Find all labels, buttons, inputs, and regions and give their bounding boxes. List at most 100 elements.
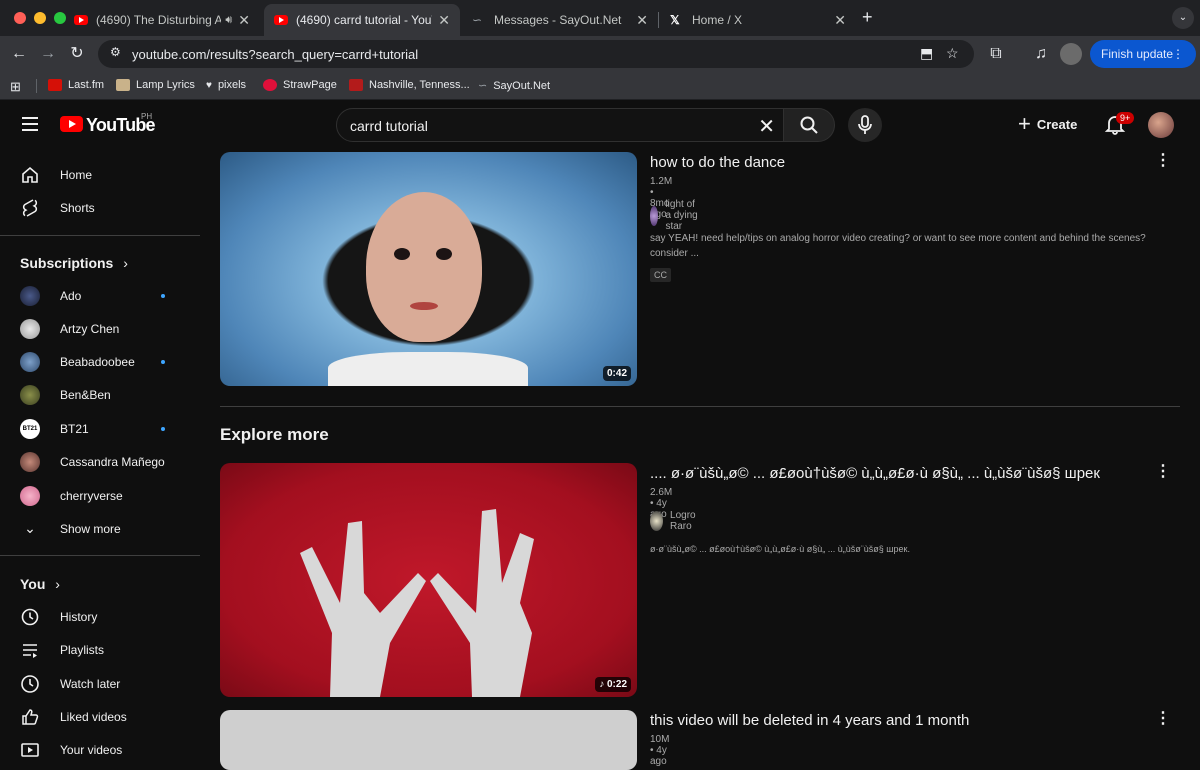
video-thumbnail[interactable]: ♪ 0:22 [220,463,637,697]
close-tab-icon[interactable]: ✕ [834,12,846,29]
duration-badge: ♪ 0:22 [595,677,631,692]
heart-icon: ♥ [206,79,212,91]
youtube-favicon-icon [74,15,88,25]
close-tab-icon[interactable]: ✕ [438,12,450,29]
browser-tab[interactable]: 𝕏 Home / X ✕ [660,4,856,36]
sidebar-item-subscription[interactable]: BT21 BT21 [0,412,200,445]
close-tab-icon[interactable]: ✕ [238,12,250,29]
explore-more-heading: Explore more [220,425,329,444]
speaker-icon[interactable]: 🔊︎ [225,14,232,27]
channel-avatar [20,285,40,306]
sidebar-item-history[interactable]: History [0,600,200,633]
sidebar-item-label: Liked videos [60,709,127,724]
new-tab-button[interactable]: + [862,7,873,28]
bookmark-label: Nashville, Tenness... [369,79,470,91]
more-actions-icon[interactable]: ⋮ [1155,708,1171,728]
bookmark-item[interactable]: ♥ pixels [206,79,246,91]
channel-avatar [20,318,40,339]
subscriptions-header[interactable]: Subscriptions › [20,255,128,271]
sidebar-item-label: Cassandra Mañego [60,454,165,469]
duration-badge: 0:42 [602,366,631,381]
minimize-window-button[interactable] [34,12,46,24]
show-more-button[interactable]: ⌄ Show more [0,512,200,545]
bookmarks-bar: ⊞ Last.fm Lamp Lyrics ♥ pixels StrawPage … [0,72,1200,100]
channel-link[interactable]: Logro Raro [650,510,703,532]
more-actions-icon[interactable]: ⋮ [1155,461,1171,481]
back-button[interactable]: ← [8,43,30,65]
forward-button[interactable]: → [37,43,59,65]
browser-tab-active[interactable]: (4690) carrd tutorial - YouTub ✕ [264,4,460,36]
search-query: carrd tutorial [350,118,428,134]
more-actions-icon[interactable]: ⋮ [1155,150,1171,170]
sidebar-item-label: BT21 [60,421,89,436]
chevron-down-icon: ⌄ [24,520,36,536]
notification-badge: 9+ [1116,112,1135,124]
browser-tab[interactable]: (4690) The Disturbing AR 🔊︎ ✕ [64,4,260,36]
video-title[interactable]: .... ø·ø¨ùšù„ø© ... ø£øoù†ùšø© ù„ù„ø£ø·ù… [650,465,1100,482]
tab-title: (4690) carrd tutorial - YouTub [296,13,432,27]
close-tab-icon[interactable]: ✕ [636,12,648,29]
media-controls-icon[interactable]: ♫ [1030,43,1052,65]
sidebar-item-label: cherryverse [60,488,123,503]
sidebar-item-subscription[interactable]: Ben&Ben [0,378,200,411]
address-bar[interactable]: ⚙︎ youtube.com/results?search_query=carr… [98,40,974,68]
show-more-label: Show more [60,521,121,536]
sidebar-item-subscription[interactable]: cherryverse [0,479,200,512]
apps-grid-icon[interactable]: ⊞ [10,79,21,95]
thumbnail-figure [300,509,534,697]
bookmark-item[interactable]: Nashville, Tenness... [349,79,470,91]
thumbnail-figure [328,352,528,386]
sidebar-item-playlists[interactable]: Playlists [0,633,200,666]
sidebar-item-subscription[interactable]: Artzy Chen [0,312,200,345]
voice-search-button[interactable] [848,108,882,142]
extensions-icon[interactable]: ⧉ [985,43,1007,65]
create-button[interactable]: + Create [1018,111,1078,136]
reload-button[interactable]: ↻ [66,43,88,65]
you-header[interactable]: You › [20,576,60,592]
bookmark-item[interactable]: ∽ SayOut.Net [478,79,550,93]
sidebar-item-label: Home [60,167,93,182]
menu-icon[interactable] [22,117,38,135]
history-icon [20,607,40,627]
search-button[interactable] [783,108,835,142]
x-favicon-icon: 𝕏 [670,13,680,27]
site-settings-icon[interactable]: ⚙︎ [110,45,121,59]
bookmark-item[interactable]: Lamp Lyrics [116,79,195,91]
sidebar-item-subscription[interactable]: Beabadoobee [0,345,200,378]
sidebar-item-shorts[interactable]: Shorts [0,191,200,224]
video-title[interactable]: how to do the dance [650,154,785,171]
video-thumbnail[interactable]: 0:42 [220,152,637,386]
bookmark-star-icon[interactable]: ☆ [946,45,959,62]
clear-search-icon[interactable]: ✕ [758,114,775,139]
browser-toolbar: ← → ↻ ⚙︎ youtube.com/results?search_quer… [0,36,1200,72]
install-app-icon[interactable]: ⬒ [920,45,933,62]
sidebar-item-subscription[interactable]: Cassandra Mañego [0,445,200,478]
tab-search-button[interactable]: ⌄ [1172,7,1194,29]
thumbnail-figure [394,248,410,260]
sidebar-item-liked-videos[interactable]: Liked videos [0,700,200,733]
sidebar-item-watch-later[interactable]: Watch later [0,667,200,700]
section-divider [220,406,1180,407]
video-thumbnail[interactable] [220,710,637,770]
bookmark-item[interactable]: StrawPage [263,79,337,91]
channel-link[interactable]: light of a dying star [650,199,701,232]
channel-avatar: BT21 [20,418,40,439]
search-input[interactable]: carrd tutorial ✕ [336,108,784,142]
thumbnail-figure [436,248,452,260]
browser-tab[interactable]: ∽ Messages - SayOut.Net ✕ [462,4,658,36]
create-label: Create [1036,116,1078,132]
profile-avatar[interactable] [1060,43,1082,65]
sidebar-item-home[interactable]: Home [0,158,200,191]
youtube-masthead: YouTube PH carrd tutorial ✕ + Create 9+ [0,101,1200,149]
video-title[interactable]: this video will be deleted in 4 years an… [650,712,969,729]
sidebar-item-subscription[interactable]: Ado [0,279,200,312]
account-avatar[interactable] [1148,112,1174,138]
youtube-logo-icon[interactable] [60,116,83,132]
plus-icon: + [1018,111,1031,136]
bookmark-item[interactable]: Last.fm [48,79,104,91]
finish-update-button[interactable]: Finish update ⋮ [1090,40,1196,68]
close-window-button[interactable] [14,12,26,24]
video-meta: 10M • 4y ago [650,734,670,767]
tab-title: Messages - SayOut.Net [494,13,622,27]
browser-tab-strip: (4690) The Disturbing AR 🔊︎ ✕ (4690) car… [0,0,1200,36]
